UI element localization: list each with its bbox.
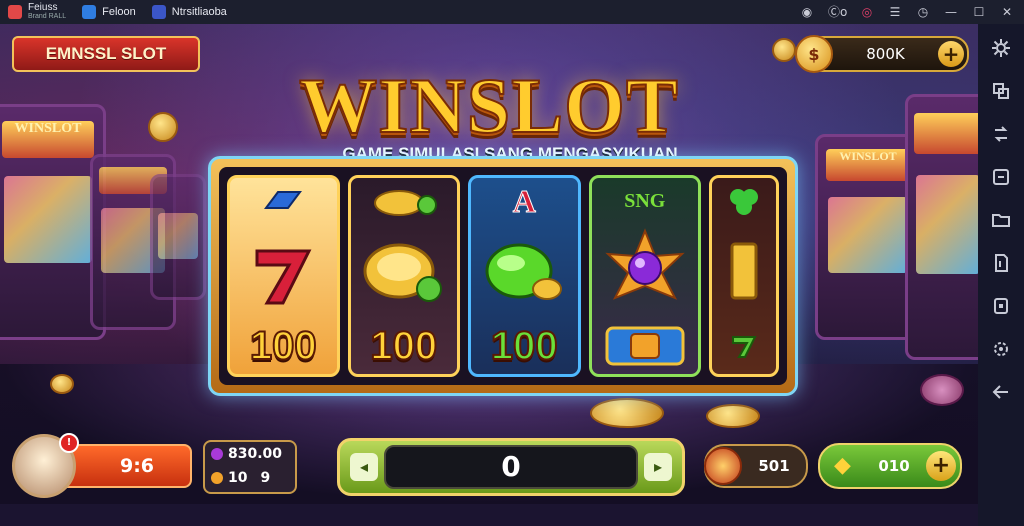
tab-app-2-label: Feloon <box>102 6 136 18</box>
tab-app-3-label: Ntrsitliaoba <box>171 6 227 18</box>
maximize-button[interactable]: ☐ <box>972 5 986 19</box>
gem-value: 830.00 <box>228 446 283 462</box>
reel-2[interactable]: 100 <box>347 175 461 377</box>
reel-3[interactable]: A 100 <box>468 175 581 377</box>
gear-icon[interactable] <box>991 339 1011 359</box>
settings-icon[interactable] <box>991 38 1011 58</box>
tab-app-2[interactable]: Feloon <box>74 0 144 24</box>
green-gem-icon <box>485 243 563 300</box>
notification-icon[interactable]: ◎ <box>860 5 874 19</box>
increase-bet-button[interactable]: ▸ <box>644 453 672 481</box>
background-slot-machine <box>150 174 206 300</box>
reel-5-bottom <box>729 318 759 374</box>
buy-coins-button[interactable]: ◆ 010 + <box>818 443 962 489</box>
seven-symbol-icon <box>732 336 757 358</box>
reel-3-value: 100 <box>490 323 559 369</box>
tab-app-1-label: Feiuss <box>28 2 58 13</box>
token-icon <box>211 472 223 484</box>
bar-symbol-icon <box>730 242 758 300</box>
record-icon[interactable]: ◉ <box>800 5 814 19</box>
minimize-button[interactable]: — <box>944 5 958 19</box>
gem-counter: 830.00 10 9 <box>203 440 297 494</box>
add-balance-button[interactable]: + <box>938 41 964 67</box>
emulator-titlebar: Feiuss Brand RALL Feloon Ntrsitliaoba ◉ … <box>0 0 1024 24</box>
window-icon <box>82 5 97 19</box>
clock-icon[interactable]: ◷ <box>916 5 930 19</box>
tab-app-3[interactable]: Ntrsitliaoba <box>144 0 235 24</box>
seven-symbol-icon <box>255 249 312 305</box>
ring-icon <box>264 191 303 209</box>
menu-icon[interactable]: ☰ <box>888 5 902 19</box>
coin-icon <box>373 190 437 216</box>
slot-reel-frame: 100 100 A 100 SNG <box>208 156 798 396</box>
window-controls: ◉ Ⓒo ◎ ☰ ◷ — ☐ ✕ <box>800 0 1014 24</box>
bonus-counter: 501 <box>704 444 808 488</box>
bonus-value: 501 <box>758 457 790 475</box>
reel-1[interactable]: 100 <box>227 175 340 377</box>
gold-ingot-icon: ◆ <box>834 453 851 478</box>
reel-4-bottom <box>605 318 685 374</box>
sng-symbol: SNG <box>624 189 666 212</box>
reel-2-value: 100 <box>369 323 438 369</box>
token-value-b: 9 <box>260 470 271 486</box>
coin-stack-icon <box>590 398 664 428</box>
coin-icon <box>772 38 796 62</box>
notification-badge: ! <box>59 433 79 453</box>
close-button[interactable]: ✕ <box>1000 5 1014 19</box>
clover-icon <box>730 189 759 215</box>
tab-app-1-sublabel: Brand RALL <box>28 13 67 20</box>
reel-5[interactable] <box>709 175 779 377</box>
reels-container: 100 100 A 100 SNG <box>219 167 787 385</box>
buy-coins-value: 010 <box>878 457 910 475</box>
player-level-value: 9:6 <box>119 455 155 477</box>
game-title: WINSLOT <box>298 62 679 149</box>
purple-sun-gem-icon <box>605 228 685 300</box>
decrease-bet-button[interactable]: ◂ <box>350 453 378 481</box>
win-display: 0 <box>384 445 638 489</box>
tab-app-1[interactable]: Feiuss Brand RALL <box>0 0 74 24</box>
app-icon <box>8 5 22 19</box>
coin-stack-icon <box>706 404 760 428</box>
token-value-a: 10 <box>228 470 248 486</box>
fire-icon <box>704 447 742 485</box>
treasure-chest-icon <box>605 326 685 366</box>
reel-1-value: 100 <box>249 323 318 369</box>
document-icon <box>151 5 166 19</box>
add-coins-button[interactable]: + <box>926 451 956 481</box>
account-icon[interactable]: Ⓒo <box>828 5 847 19</box>
multi-instance-icon[interactable] <box>991 81 1011 101</box>
letter-a-symbol: A <box>512 182 536 219</box>
reel-4[interactable]: SNG <box>588 175 702 377</box>
apk-icon[interactable] <box>991 253 1011 273</box>
screenshot-icon[interactable] <box>991 167 1011 187</box>
coin-icon <box>50 374 74 394</box>
game-viewport[interactable]: WINSLOT WINSLOT EMNSSL SLOT $ 800K + WIN… <box>0 24 978 504</box>
spin-panel: ◂ 0 ▸ <box>337 438 685 496</box>
gold-coin-icon <box>363 243 442 302</box>
balance-value: 800K <box>866 45 905 63</box>
player-avatar[interactable]: ! <box>12 433 79 498</box>
folder-icon[interactable] <box>991 210 1011 230</box>
shake-icon[interactable] <box>991 296 1011 316</box>
back-arrow-icon[interactable] <box>991 382 1011 402</box>
emulator-sidebar <box>978 24 1024 526</box>
sync-icon[interactable] <box>991 124 1011 144</box>
gem-icon <box>211 448 223 460</box>
chip-icon <box>920 374 964 406</box>
